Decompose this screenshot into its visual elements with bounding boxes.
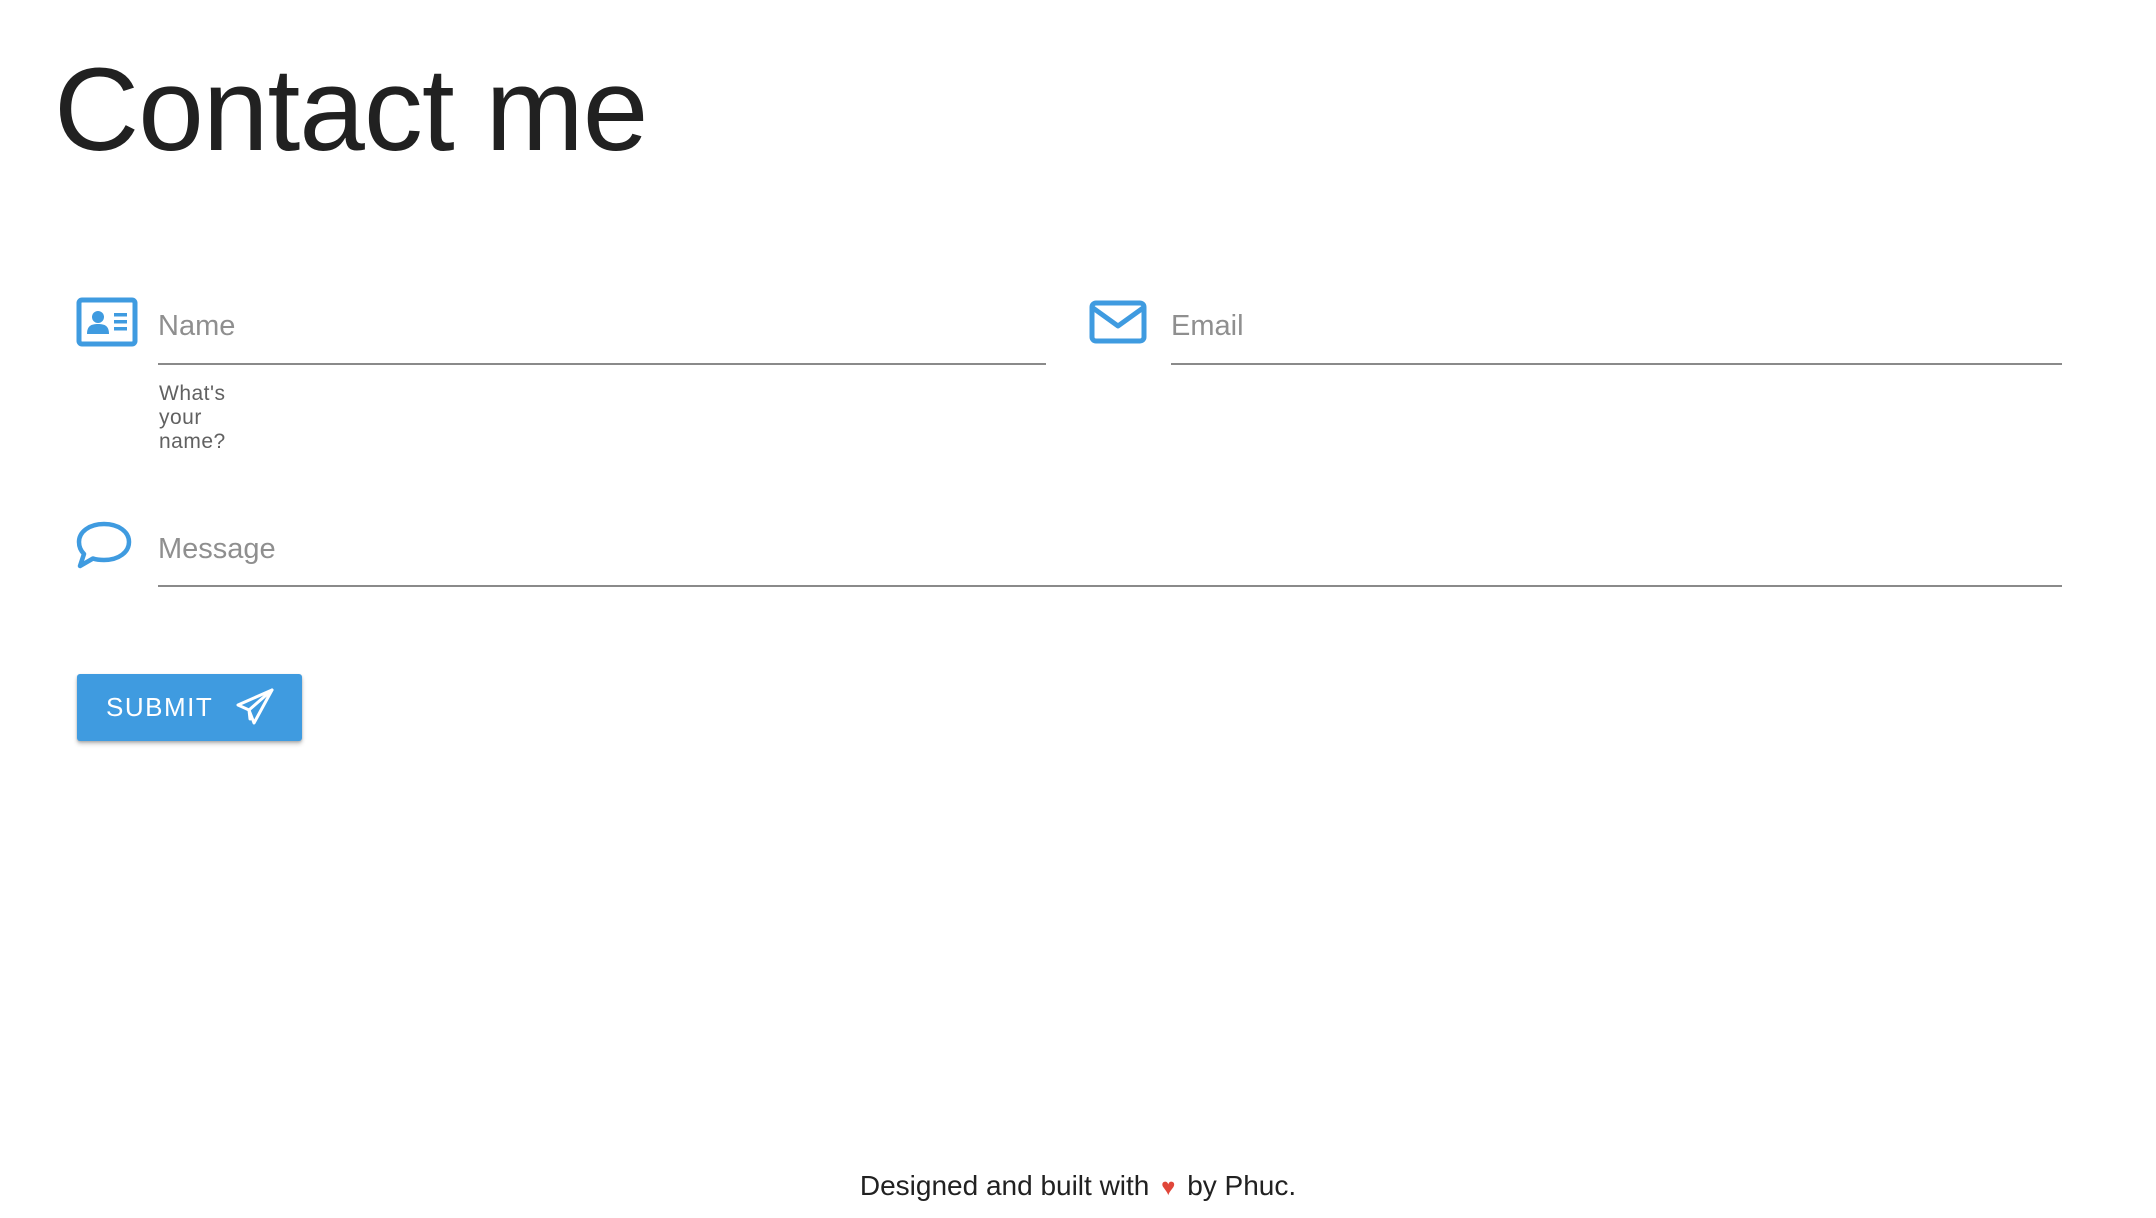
name-input[interactable] <box>158 302 1046 365</box>
footer-prefix: Designed and built with <box>859 1170 1150 1201</box>
submit-button[interactable]: SUBMIT <box>77 674 302 741</box>
heart-icon: ♥ <box>1161 1174 1176 1201</box>
envelope-icon <box>1089 300 1147 344</box>
name-hint: What's your name? <box>159 382 226 453</box>
submit-label: SUBMIT <box>106 692 214 722</box>
paper-plane-icon <box>234 686 276 731</box>
footer-suffix: by Phuc. <box>1187 1170 1297 1201</box>
email-input[interactable] <box>1171 302 2062 365</box>
speech-bubble-icon <box>75 520 133 570</box>
contact-page: Contact me What's your name? <box>0 0 2156 1218</box>
page-title: Contact me <box>54 44 648 176</box>
footer: Designed and built with ♥ by Phuc. <box>0 1170 2156 1202</box>
contact-card-icon <box>76 297 138 347</box>
message-input[interactable] <box>158 525 2062 587</box>
